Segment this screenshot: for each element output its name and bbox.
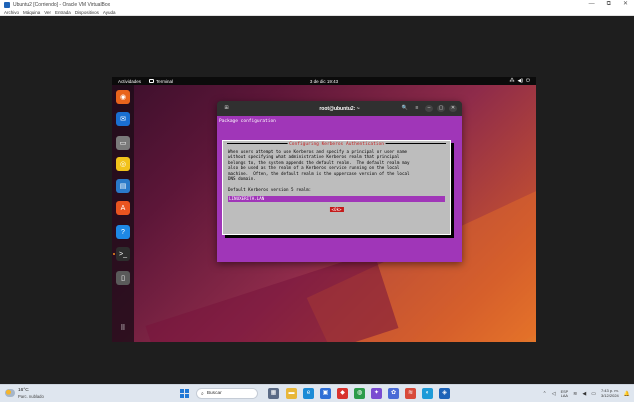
show-apps-button[interactable]: ⠿ xyxy=(116,321,130,335)
menu-ayuda[interactable]: Ayuda xyxy=(103,10,116,15)
dock: ◉ ✉ ▭ ◎ ▤ A ? >_ ▯ ⠿ xyxy=(112,85,134,342)
package-configuration-label: Package configuration xyxy=(219,119,276,124)
app-menu-label: Terminal xyxy=(156,78,174,84)
dock-trash-icon[interactable]: ▯ xyxy=(116,271,130,285)
kerberos-dialog: Configuring Kerberos Authentication When… xyxy=(222,140,451,235)
weather-condition: Parc. nublado xyxy=(18,393,44,399)
activities-button[interactable]: Actividades xyxy=(118,79,141,84)
dock-thunderbird-icon[interactable]: ✉ xyxy=(116,112,130,126)
ubuntu-desktop[interactable]: Actividades Terminal 3 de dic 19:43 ⁂ ◀)… xyxy=(112,77,536,342)
menu-entrada[interactable]: Entrada xyxy=(55,10,71,15)
help-icon: ? xyxy=(121,228,125,236)
terminal-headerbar: ⊞ root@ubuntu2: ~ 🔍 ≡ – ▢ ✕ xyxy=(217,101,462,116)
dock-firefox-icon[interactable]: ◉ xyxy=(116,90,130,104)
dock-files-icon[interactable]: ▭ xyxy=(116,136,130,150)
search-button[interactable]: 🔍 xyxy=(401,105,409,112)
language-indicator[interactable]: ESP LAA xyxy=(561,390,569,399)
clock-date-text: 3/12/2024 xyxy=(600,393,619,398)
windows-logo-icon xyxy=(180,389,184,393)
minimize-button[interactable]: – xyxy=(425,105,433,112)
chevron-up-icon[interactable]: ⌃ xyxy=(543,391,547,397)
taskbar-app-b-icon[interactable]: ✿ xyxy=(388,388,399,399)
clock-date[interactable]: 7:43 p. m. 3/12/2024 xyxy=(600,388,619,399)
menu-ver[interactable]: Ver xyxy=(44,10,51,15)
terminal-body[interactable]: Package configuration Configuring Kerber… xyxy=(217,116,462,262)
taskbar-virtualbox-icon[interactable]: ◈ xyxy=(439,388,450,399)
dialog-description: When users attempt to use Kerberos and s… xyxy=(228,149,410,182)
system-tray: ⌃ ◁ ESP LAA ≋ ◀ ▭ 7:43 p. m. 3/12/2024 🔔 xyxy=(543,387,631,401)
volume-icon[interactable]: ◀ xyxy=(582,391,586,397)
dock-help-icon[interactable]: ? xyxy=(116,225,130,239)
realm-prompt: Default Kerberos version 5 realm: xyxy=(228,187,312,192)
windows-logo-icon xyxy=(180,394,184,398)
wallpaper-shape xyxy=(145,251,399,342)
search-placeholder: Buscar xyxy=(206,391,222,396)
taskbar-store-icon[interactable]: ▣ xyxy=(320,388,331,399)
dialog-title-rule: Configuring Kerberos Authentication xyxy=(227,142,446,147)
maximize-button[interactable]: ⧉ xyxy=(607,0,611,9)
virtualbox-menubar: Archivo Máquina Ver Entrada Dispositivos… xyxy=(0,9,634,16)
app-menu[interactable]: Terminal xyxy=(149,79,173,84)
network-icon[interactable]: ◁ xyxy=(552,391,556,397)
document-icon: ▤ xyxy=(119,183,127,190)
menu-maquina[interactable]: Máquina xyxy=(23,10,40,15)
dock-terminal-icon[interactable]: >_ xyxy=(113,247,130,261)
app-center-icon: A xyxy=(120,204,126,212)
taskbar-app-d-icon[interactable]: ◐ xyxy=(422,388,433,399)
trash-icon: ▯ xyxy=(121,275,125,282)
taskbar-edge-icon[interactable]: e xyxy=(303,388,314,399)
taskbar-search[interactable]: ⌕ Buscar xyxy=(196,388,258,399)
gnome-topbar: Actividades Terminal 3 de dic 19:43 ⁂ ◀)… xyxy=(112,77,536,85)
dialog-title: Configuring Kerberos Authentication xyxy=(287,142,386,147)
weather-widget[interactable]: 16°C Parc. nublado xyxy=(5,388,44,399)
windows-logo-icon xyxy=(185,394,189,398)
terminal-title: root@ubuntu2: ~ xyxy=(319,105,360,112)
partly-cloudy-icon xyxy=(5,389,15,398)
realm-input[interactable]: LINUXERITA.LAN xyxy=(228,196,445,202)
taskbar-file-explorer-icon[interactable]: ▬ xyxy=(286,388,297,399)
hamburger-menu-button[interactable]: ≡ xyxy=(413,105,421,112)
dock-appcenter-icon[interactable]: A xyxy=(116,201,130,215)
maximize-button[interactable]: ▢ xyxy=(437,105,445,112)
terminal-icon: >_ xyxy=(119,250,127,258)
new-tab-button[interactable]: ⊞ xyxy=(223,105,230,112)
folder-icon: ▭ xyxy=(119,140,127,147)
virtualbox-icon xyxy=(4,1,10,8)
terminal-window[interactable]: ⊞ root@ubuntu2: ~ 🔍 ≡ – ▢ ✕ Package conf… xyxy=(217,101,462,262)
dock-writer-icon[interactable]: ▤ xyxy=(116,179,130,193)
terminal-icon xyxy=(149,79,155,83)
start-button[interactable] xyxy=(180,389,189,398)
taskbar-task-view-icon[interactable]: ▦ xyxy=(268,388,279,399)
mail-icon: ✉ xyxy=(120,116,126,123)
search-icon: ⌕ xyxy=(201,390,204,397)
keyboard-layout: LAA xyxy=(560,394,568,398)
network-icon: ⁂ xyxy=(509,78,515,84)
grid-icon: ⠿ xyxy=(120,325,126,332)
close-button[interactable]: ✕ xyxy=(623,0,628,9)
ok-button[interactable]: <Ok> xyxy=(329,207,344,212)
volume-icon: ◀) xyxy=(517,78,524,84)
clock[interactable]: 3 de dic 19:43 xyxy=(310,79,338,84)
minimize-button[interactable]: — xyxy=(589,0,595,9)
window-title: Ubuntu2 [Corriendo] - Oracle VM VirtualB… xyxy=(13,1,111,8)
taskbar-app-red-icon[interactable]: ◆ xyxy=(337,388,348,399)
taskbar-chrome-icon[interactable]: ◍ xyxy=(354,388,365,399)
menu-dispositivos[interactable]: Dispositivos xyxy=(75,10,99,15)
dock-rhythmbox-icon[interactable]: ◎ xyxy=(116,157,130,171)
notification-bell-icon[interactable]: 🔔 xyxy=(624,391,630,397)
windows-taskbar: 16°C Parc. nublado ⌕ Buscar ▦ ▬ e ▣ ◆ ◍ ✦ ✿ ≋ ◐ ◈ … xyxy=(0,384,634,402)
virtualbox-titlebar: Ubuntu2 [Corriendo] - Oracle VM VirtualB… xyxy=(0,0,634,9)
system-menu[interactable]: ⁂ ◀) ⏻ xyxy=(510,77,530,85)
close-button[interactable]: ✕ xyxy=(449,105,457,112)
firefox-icon: ◉ xyxy=(119,94,127,101)
battery-icon[interactable]: ▭ xyxy=(591,391,596,397)
windows-logo-icon xyxy=(185,389,189,393)
power-icon: ⏻ xyxy=(526,78,530,84)
taskbar-app-a-icon[interactable]: ✦ xyxy=(371,388,382,399)
wifi-icon[interactable]: ≋ xyxy=(573,391,577,397)
menu-archivo[interactable]: Archivo xyxy=(4,10,19,15)
music-icon: ◎ xyxy=(119,161,127,168)
taskbar-app-c-icon[interactable]: ≋ xyxy=(405,388,416,399)
